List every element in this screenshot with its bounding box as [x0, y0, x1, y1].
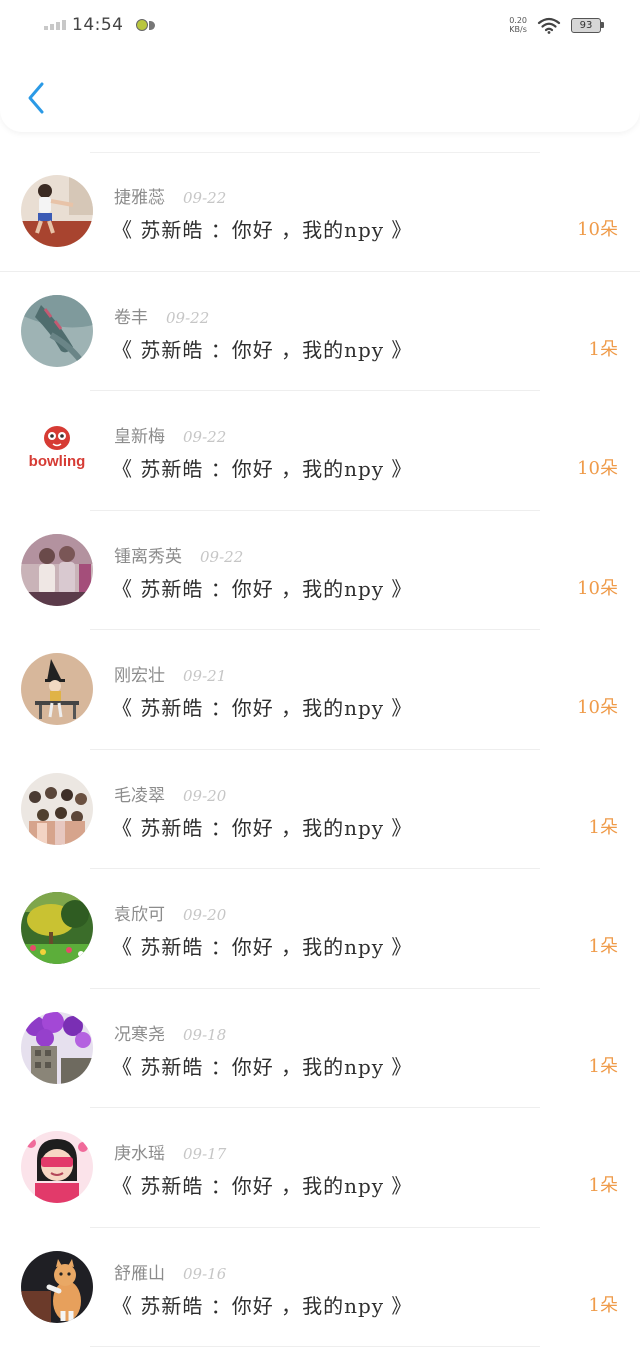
send-date: 09-18	[183, 1025, 227, 1044]
send-date: 09-20	[183, 906, 227, 924]
list-item[interactable]: 刚宏壮 09-21 《 苏新皓 ：你好 ，我的npy 》 10朵	[0, 630, 640, 750]
message-text: 《 苏新皓 ：你好 ，我的npy 》	[112, 696, 413, 720]
network-speed-unit: KB/s	[509, 25, 527, 34]
flower-count: 1朵	[588, 936, 618, 957]
message-text: 《 苏新皓 ：你好 ，我的npy 》	[112, 1054, 413, 1079]
send-date: 09-22	[183, 189, 227, 207]
group-photo-image	[21, 772, 93, 845]
avatar[interactable]	[21, 892, 93, 964]
avatar[interactable]	[21, 294, 93, 367]
sender-name: 况寒尧	[114, 1024, 165, 1045]
notification-dot-icon	[148, 20, 155, 30]
avatar[interactable]	[21, 533, 93, 606]
sender-name: 刚宏壮	[114, 666, 165, 686]
send-date: 09-22	[166, 308, 210, 327]
bowling-logo-text: bowling	[29, 453, 86, 470]
flower-count: 1朵	[588, 816, 618, 838]
sender-name: 舒雁山	[114, 1263, 165, 1284]
flower-count: 1朵	[588, 1055, 618, 1077]
sender-name: 皇新梅	[114, 427, 165, 447]
chevron-left-icon	[28, 82, 44, 114]
list-item[interactable]: 捷雅蕊 09-22 《 苏新皓 ：你好 ，我的npy 》 10朵	[0, 152, 640, 272]
cat-photo-image	[21, 1250, 93, 1323]
flower-count: 1朵	[588, 1294, 618, 1316]
send-date: 09-16	[183, 1264, 227, 1283]
message-text: 《 苏新皓 ：你好 ，我的npy 》	[112, 337, 413, 362]
network-speed: 0.20 KB/s	[509, 16, 527, 34]
sender-name: 卷丰	[114, 307, 148, 328]
list-item[interactable]: 毛凌翠 09-20 《 苏新皓 ：你好 ，我的npy 》 1朵	[0, 750, 640, 870]
message-text: 《 苏新皓 ：你好 ，我的npy 》	[112, 576, 413, 601]
avatar[interactable]	[21, 772, 93, 845]
notification-app-icon	[135, 19, 148, 31]
girls-photo-image	[21, 533, 93, 606]
status-time: 14:54	[72, 15, 124, 35]
avatar[interactable]	[21, 1011, 93, 1084]
sender-name: 毛凌翠	[114, 785, 165, 806]
bowling-logo: bowling	[21, 414, 93, 486]
flower-count: 1朵	[588, 1175, 618, 1196]
cartoon-girl-image	[21, 1131, 93, 1203]
sender-name: 捷雅蕊	[114, 188, 165, 208]
message-text: 《 苏新皓 ：你好 ，我的npy 》	[112, 1293, 413, 1318]
send-date: 09-17	[183, 1145, 227, 1163]
wifi-icon	[537, 17, 561, 34]
send-date: 09-22	[183, 428, 227, 446]
list-item[interactable]: 舒雁山 09-16 《 苏新皓 ：你好 ，我的npy 》 1朵	[0, 1228, 640, 1348]
send-date: 09-20	[183, 786, 227, 805]
avatar[interactable]	[21, 653, 93, 725]
battery-level: 93	[571, 17, 601, 33]
hand-photo-image	[21, 294, 93, 367]
network-speed-value: 0.20	[509, 16, 527, 25]
witch-illustration-image	[21, 653, 93, 725]
list-item[interactable]: 袁欣可 09-20 《 苏新皓 ：你好 ，我的npy 》 1朵	[0, 869, 640, 989]
gift-list: 捷雅蕊 09-22 《 苏新皓 ：你好 ，我的npy 》 10朵 卷丰 09-2…	[0, 152, 640, 1347]
avatar[interactable]	[21, 175, 93, 247]
send-date: 09-22	[200, 547, 244, 566]
list-item[interactable]: bowling 皇新梅 09-22 《 苏新皓 ：你好 ，我的npy 》 10朵	[0, 391, 640, 511]
message-text: 《 苏新皓 ：你好 ，我的npy 》	[112, 1174, 413, 1198]
list-item[interactable]: 卷丰 09-22 《 苏新皓 ：你好 ，我的npy 》 1朵	[0, 272, 640, 392]
battery-icon: 93	[571, 17, 604, 33]
message-text: 《 苏新皓 ：你好 ，我的npy 》	[112, 457, 413, 481]
list-item[interactable]: 庚水瑶 09-17 《 苏新皓 ：你好 ，我的npy 》 1朵	[0, 1108, 640, 1228]
flower-count: 10朵	[577, 577, 618, 599]
back-button[interactable]	[20, 78, 52, 118]
flower-count: 1朵	[588, 338, 618, 360]
sender-name: 袁欣可	[114, 905, 165, 925]
flower-count: 10朵	[577, 458, 618, 479]
sender-name: 庚水瑶	[114, 1144, 165, 1164]
avatar[interactable]	[21, 1131, 93, 1203]
list-item[interactable]: 况寒尧 09-18 《 苏新皓 ：你好 ，我的npy 》 1朵	[0, 989, 640, 1109]
purple-flowers-photo-image	[21, 1011, 93, 1084]
avatar[interactable]	[21, 1250, 93, 1323]
list-item[interactable]: 锺离秀英 09-22 《 苏新皓 ：你好 ，我的npy 》 10朵	[0, 511, 640, 631]
message-text: 《 苏新皓 ：你好 ，我的npy 》	[112, 815, 413, 840]
message-text: 《 苏新皓 ：你好 ，我的npy 》	[112, 935, 413, 959]
garden-photo-image	[21, 892, 93, 964]
status-bar: 14:54 0.20 KB/s 93	[0, 0, 640, 50]
flower-count: 10朵	[577, 219, 618, 240]
sender-name: 锺离秀英	[114, 546, 182, 567]
avatar[interactable]: bowling	[21, 414, 93, 486]
child-photo-image	[21, 175, 93, 247]
send-date: 09-21	[183, 667, 227, 685]
flower-count: 10朵	[577, 697, 618, 718]
signal-icon	[44, 20, 66, 30]
message-text: 《 苏新皓 ：你好 ，我的npy 》	[112, 218, 413, 242]
